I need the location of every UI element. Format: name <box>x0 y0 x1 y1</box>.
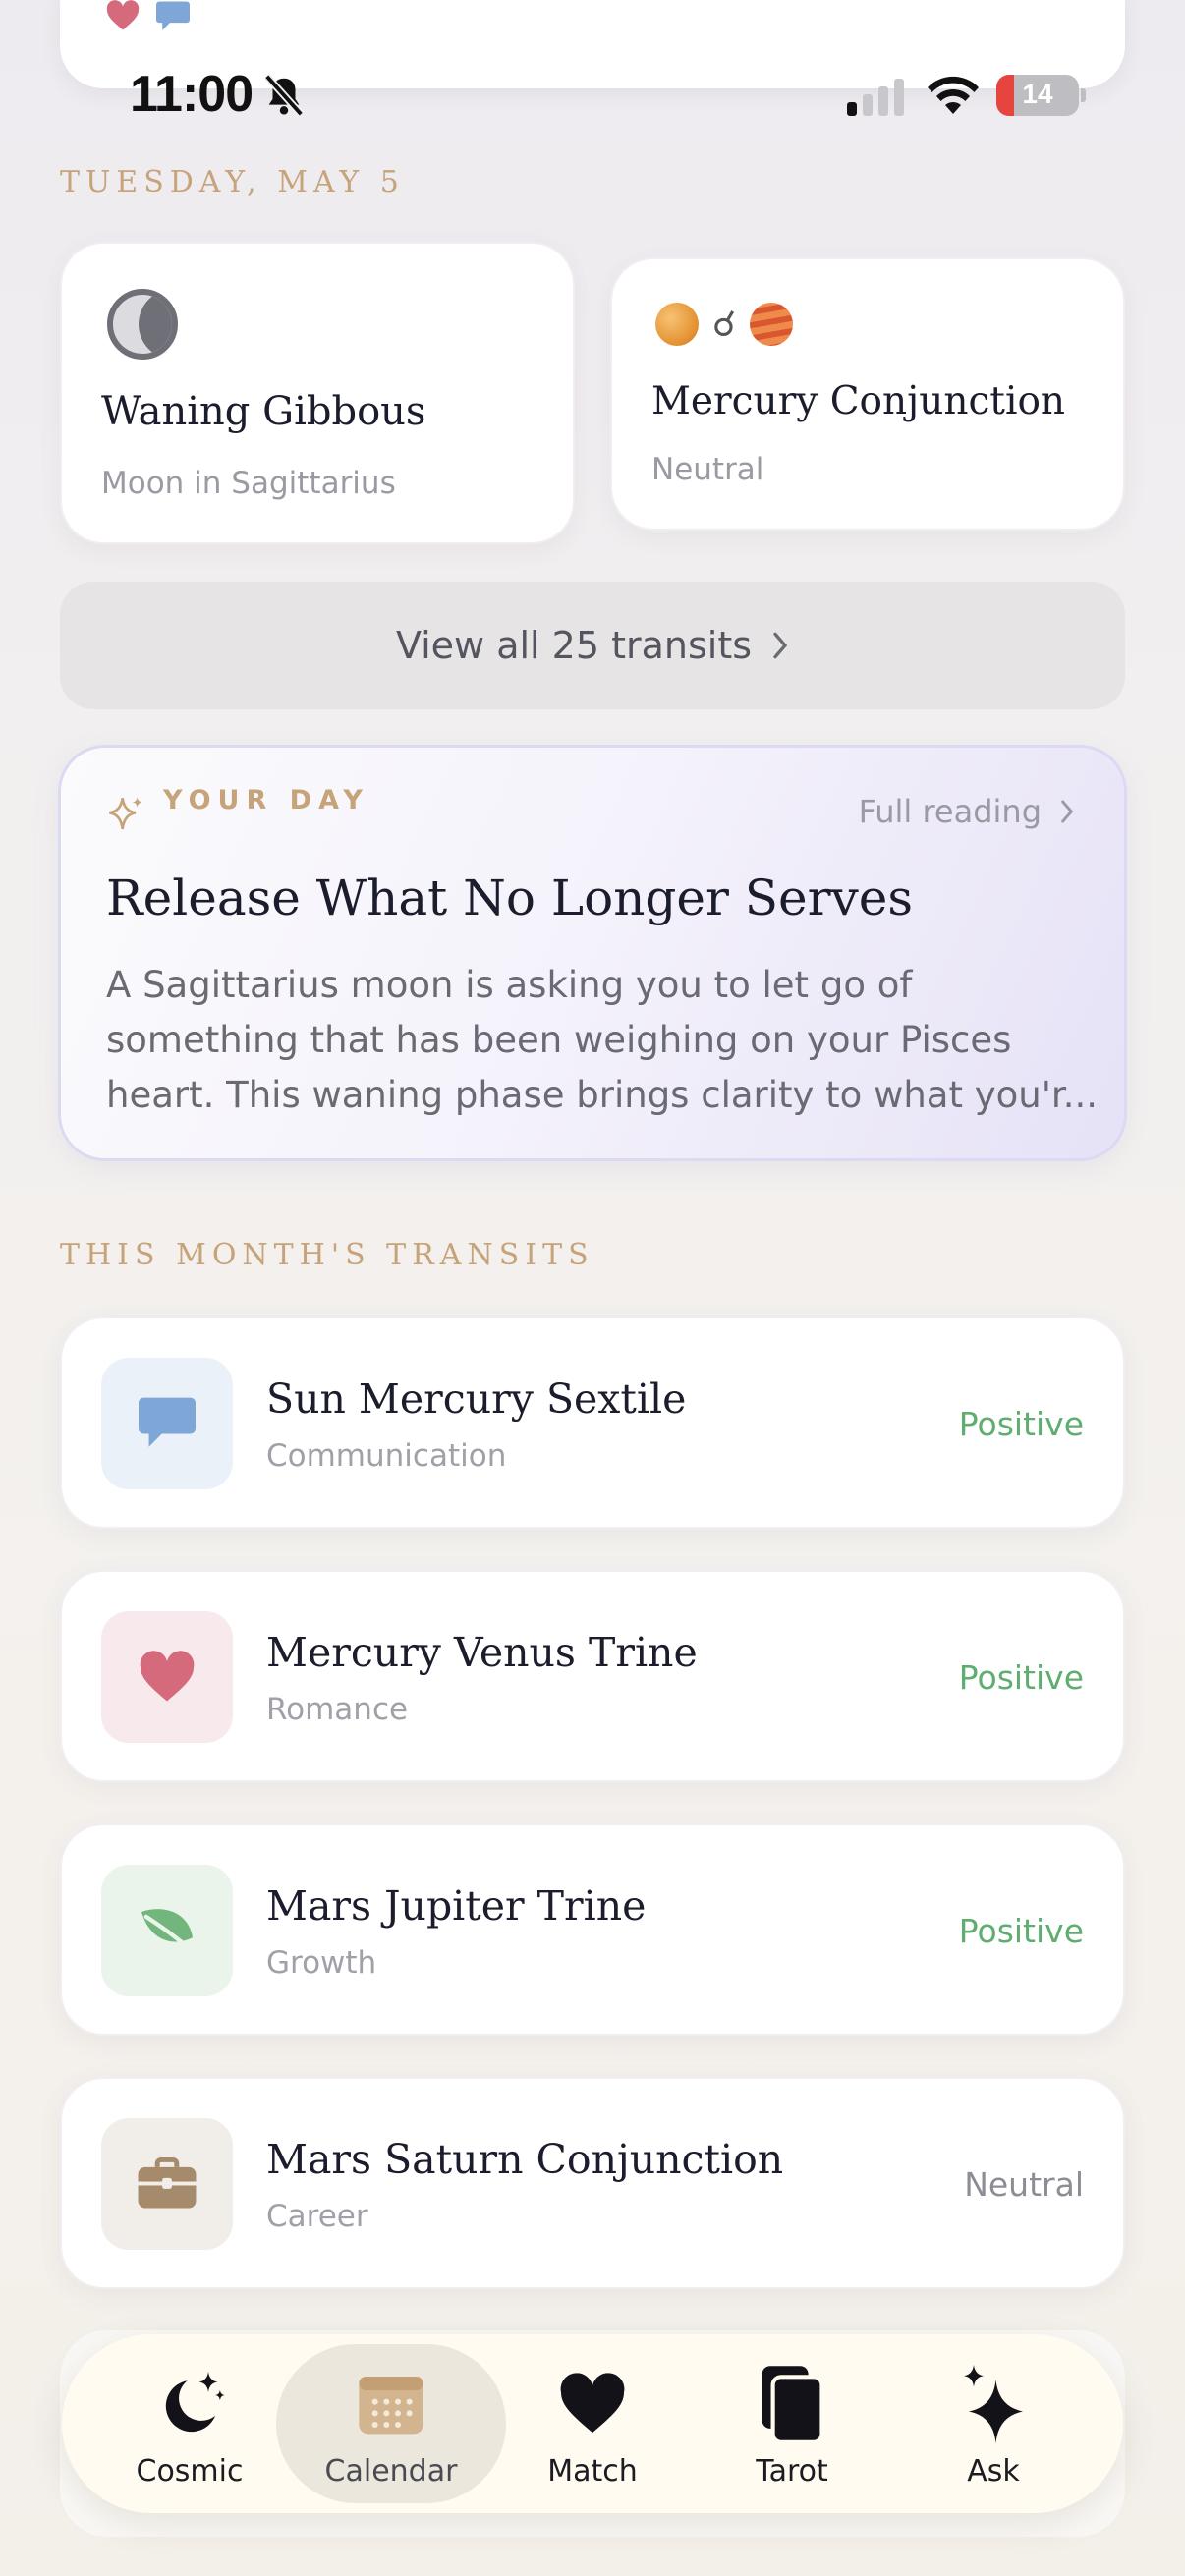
transit-row[interactable]: Mercury Venus Trine Romance Positive <box>60 1570 1125 1782</box>
transit-category: Romance <box>266 1692 409 1727</box>
transit-category: Growth <box>266 1945 377 1981</box>
tab-label: Ask <box>967 2454 1020 2489</box>
transit-tone: Positive <box>958 1912 1084 1950</box>
bell-slash-icon <box>263 74 305 117</box>
view-all-label: View all 25 transits <box>395 624 753 667</box>
moon-phase-card[interactable]: Waning Gibbous Moon in Sagittarius <box>60 242 575 544</box>
your-day-body: A Sagittarius moon is asking you to let … <box>106 964 1098 1116</box>
calendar-icon <box>359 2377 423 2435</box>
highlight-transit-card[interactable]: ☌ Mercury Conjunction Neutral <box>610 257 1125 531</box>
leaf-icon <box>141 1909 196 1954</box>
status-time: 11:00 <box>130 66 254 123</box>
highlight-transit-title: Mercury Conjunction <box>651 379 1066 423</box>
your-day-title: Release What No Longer Serves <box>106 869 914 926</box>
transit-row[interactable]: Mars Jupiter Trine Growth Positive <box>60 1823 1125 2036</box>
your-day-label: YOUR DAY <box>163 785 369 815</box>
chat-bubble-icon <box>139 1397 196 1447</box>
status-bar: 11:00 14 <box>0 59 1185 134</box>
sparkle-icon <box>964 2365 1023 2443</box>
bottom-tab-bar: Cosmic Calendar Match Tarot Ask <box>62 2334 1123 2513</box>
highlight-transit-tone: Neutral <box>651 452 764 487</box>
moon-phase-title: Waning Gibbous <box>101 389 426 434</box>
waning-gibbous-moon-icon <box>107 289 178 360</box>
transit-title: Mars Saturn Conjunction <box>266 2136 784 2183</box>
month-transits-label: This Month's Transits <box>60 1238 594 1272</box>
moon-stars-icon <box>165 2371 225 2433</box>
tab-calendar[interactable]: Calendar <box>293 2334 489 2513</box>
transit-row[interactable]: Sun Mercury Sextile Communication Positi… <box>60 1316 1125 1529</box>
tab-tarot[interactable]: Tarot <box>694 2334 890 2513</box>
your-day-card[interactable]: YOUR DAY Full reading Release What No Lo… <box>58 745 1127 1161</box>
sparkle-icon <box>109 797 142 830</box>
transit-category: Career <box>266 2199 368 2234</box>
chevron-right-icon <box>773 632 788 659</box>
tab-label: Match <box>547 2454 638 2489</box>
tab-label: Cosmic <box>136 2454 244 2489</box>
tab-cosmic[interactable]: Cosmic <box>91 2334 288 2513</box>
mercury-planet-icon <box>655 303 699 346</box>
date-label: Tuesday, May 5 <box>60 165 405 199</box>
jupiter-planet-icon <box>750 303 794 346</box>
cellular-signal-icon <box>847 79 904 116</box>
transit-tone: Neutral <box>964 2165 1084 2204</box>
transit-category: Communication <box>266 1438 507 1474</box>
tab-label: Calendar <box>324 2454 458 2489</box>
transit-tone: Positive <box>958 1405 1084 1443</box>
chat-bubble-icon <box>156 1 190 30</box>
tab-match[interactable]: Match <box>494 2334 691 2513</box>
moon-sign-subtitle: Moon in Sagittarius <box>101 466 396 501</box>
cards-icon <box>762 2366 824 2444</box>
briefcase-icon <box>138 2157 197 2209</box>
view-all-transits-button[interactable]: View all 25 transits <box>60 582 1125 709</box>
transit-title: Mercury Venus Trine <box>266 1629 698 1676</box>
battery-icon: 14 <box>996 75 1079 116</box>
conjunction-symbol: ☌ <box>712 304 737 345</box>
transit-row[interactable]: Mars Saturn Conjunction Career Neutral <box>60 2077 1125 2289</box>
heart-icon <box>560 2373 625 2434</box>
chevron-right-icon <box>1061 800 1074 823</box>
transit-title: Mars Jupiter Trine <box>266 1882 647 1930</box>
battery-level: 14 <box>1022 79 1053 109</box>
tab-ask[interactable]: Ask <box>895 2334 1092 2513</box>
transit-tone: Positive <box>958 1658 1084 1697</box>
full-reading-link[interactable]: Full reading <box>859 793 1075 830</box>
heart-icon <box>140 1651 195 1702</box>
heart-icon <box>106 0 140 30</box>
tab-label: Tarot <box>756 2454 828 2489</box>
wifi-icon <box>928 76 979 114</box>
transit-title: Sun Mercury Sextile <box>266 1375 687 1423</box>
full-reading-label: Full reading <box>858 793 1042 830</box>
